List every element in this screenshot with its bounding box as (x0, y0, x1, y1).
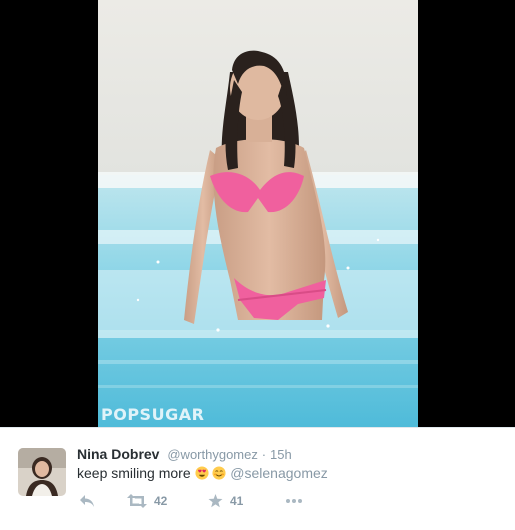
retweet-icon (127, 494, 147, 508)
timestamp[interactable]: 15h (270, 447, 292, 462)
reply-button[interactable] (79, 492, 95, 510)
retweet-button[interactable]: 42 (127, 492, 167, 510)
watermark: POPSUGAR (101, 405, 205, 424)
more-icon (286, 499, 302, 503)
tweet-text: keep smiling more @selenagomez (77, 465, 328, 481)
separator: · (261, 447, 267, 462)
tweet-header: Nina Dobrev @worthygomez · 15h (77, 446, 292, 462)
tweet-actions: 42 41 (77, 492, 337, 510)
star-icon (208, 494, 223, 508)
retweet-count: 42 (154, 494, 168, 508)
tweet-photo[interactable]: POPSUGAR (98, 0, 418, 427)
smiling-blush-emoji (212, 466, 226, 480)
tweet[interactable]: Nina Dobrev @worthygomez · 15h keep smil… (0, 428, 515, 530)
favorite-button[interactable]: 41 (208, 492, 243, 510)
tweet-text-content: keep smiling more (77, 465, 191, 481)
more-button[interactable] (285, 492, 303, 510)
media-container[interactable]: POPSUGAR (0, 0, 515, 427)
author-handle[interactable]: @worthygomez (167, 447, 258, 462)
avatar-image (18, 448, 66, 496)
reply-icon (80, 495, 94, 507)
author-name[interactable]: Nina Dobrev (77, 446, 159, 462)
avatar[interactable] (18, 448, 66, 496)
heart-eyes-emoji (194, 466, 209, 480)
favorite-count: 41 (230, 494, 244, 508)
beach-photo-illustration (98, 0, 418, 427)
mention-link[interactable]: @selenagomez (230, 465, 328, 481)
